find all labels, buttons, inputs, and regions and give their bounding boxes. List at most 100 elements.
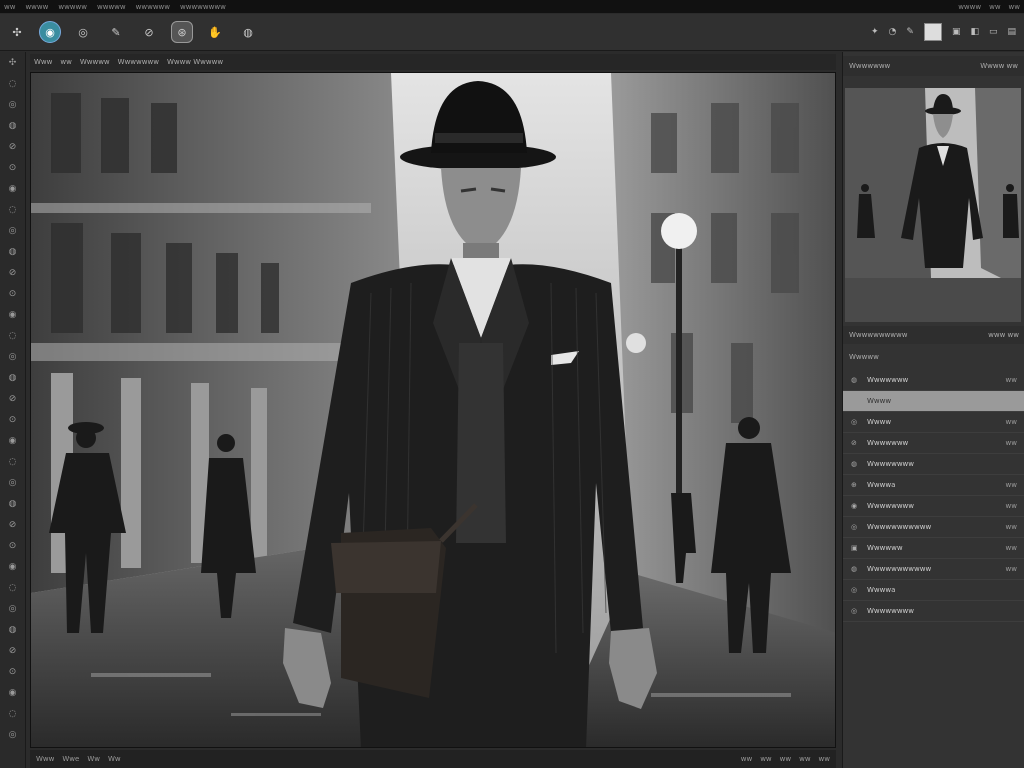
layer-icon: ▣ bbox=[851, 544, 858, 552]
toolbox-tool-icon[interactable]: ◎ bbox=[0, 220, 25, 241]
toolbox-tool-icon[interactable]: ◌ bbox=[0, 325, 25, 346]
toolbox-tool-icon[interactable]: ⊙ bbox=[0, 535, 25, 556]
toolbox-tool-icon[interactable]: ◍ bbox=[0, 241, 25, 262]
layer-row[interactable]: ◉ Wwwwwwww ww bbox=[843, 496, 1024, 517]
menu-item-select[interactable]: wwwwww bbox=[136, 3, 170, 11]
toolbox-tool-icon[interactable]: ⊘ bbox=[0, 514, 25, 535]
canvas-tab-bar: Www ww Wwwww Wwwwwww Wwww Wwwww bbox=[30, 54, 836, 70]
toolbox-tool-icon[interactable]: ⊙ bbox=[0, 409, 25, 430]
clone-icon[interactable]: ⊛ bbox=[171, 21, 193, 43]
tab-mode[interactable]: Wwwww bbox=[80, 58, 110, 66]
layer-row[interactable]: ◍ Wwwwwwwwwww ww bbox=[843, 559, 1024, 580]
toolbox-tool-icon[interactable]: ◎ bbox=[0, 724, 25, 745]
status-right-2[interactable]: ww bbox=[760, 755, 771, 763]
tab-zoom[interactable]: ww bbox=[60, 58, 71, 66]
eraser-icon[interactable]: ◎ bbox=[72, 21, 94, 43]
timer-icon[interactable]: ◔ bbox=[889, 27, 897, 37]
layer-label: Wwwwa bbox=[867, 586, 896, 594]
toolbox-tool-icon[interactable]: ⊘ bbox=[0, 388, 25, 409]
status-right-1[interactable]: ww bbox=[741, 755, 752, 763]
status-zoom[interactable]: Www bbox=[36, 755, 54, 763]
toolbox-tool-icon[interactable]: ◌ bbox=[0, 577, 25, 598]
navigator-footer: Wwwwwwwwww www ww bbox=[843, 326, 1024, 344]
toolbox-tool-icon[interactable]: ◍ bbox=[0, 115, 25, 136]
toolbox-tool-icon[interactable]: ◌ bbox=[0, 703, 25, 724]
image-canvas[interactable] bbox=[30, 72, 836, 748]
navigator-controls[interactable]: Wwww ww bbox=[980, 62, 1018, 70]
toolbox-tool-icon[interactable]: ◎ bbox=[0, 472, 25, 493]
toolbox-tool-icon[interactable]: ◍ bbox=[0, 493, 25, 514]
layer-row[interactable]: Wwww bbox=[843, 391, 1024, 412]
mask-icon[interactable]: ◧ bbox=[970, 27, 979, 37]
minimize-icon[interactable]: ww bbox=[989, 3, 1000, 11]
navigator-thumbnail[interactable] bbox=[845, 88, 1021, 322]
toolbox-tool-icon[interactable]: ◌ bbox=[0, 199, 25, 220]
close-icon[interactable]: ww bbox=[1009, 3, 1020, 11]
toolbox-tool-icon[interactable]: ◎ bbox=[0, 94, 25, 115]
layer-icon: ◍ bbox=[851, 460, 858, 468]
navigator-zoom-label: Wwwwwwwwww bbox=[849, 331, 908, 339]
layer-value: ww bbox=[1005, 544, 1017, 552]
tab-document[interactable]: Wwww Wwwww bbox=[167, 58, 223, 66]
layer-style-icon[interactable]: ▣ bbox=[952, 27, 961, 37]
sparkle-icon[interactable]: ✦ bbox=[871, 27, 879, 37]
pen-icon[interactable]: ✎ bbox=[105, 21, 127, 43]
navigator-preview bbox=[845, 88, 1021, 322]
toolbox-tool-icon[interactable]: ⊙ bbox=[0, 661, 25, 682]
layer-icon: ◉ bbox=[851, 502, 858, 510]
layer-row[interactable]: ⊕ Wwwwa ww bbox=[843, 475, 1024, 496]
toolbox-tool-icon[interactable]: ◉ bbox=[0, 556, 25, 577]
toolbox-tool-icon[interactable]: ◉ bbox=[0, 304, 25, 325]
menu-item-layer[interactable]: wwwww bbox=[97, 3, 126, 11]
move-icon[interactable]: ✣ bbox=[6, 21, 28, 43]
status-right-3[interactable]: ww bbox=[780, 755, 791, 763]
layer-row[interactable]: ◎ Wwwwwwwwwww ww bbox=[843, 517, 1024, 538]
menu-item-filter[interactable]: wwwwwwww bbox=[180, 3, 226, 11]
toolbox-tool-icon[interactable]: ◎ bbox=[0, 598, 25, 619]
toolbox-tool-icon[interactable]: ◉ bbox=[0, 682, 25, 703]
frame-icon[interactable]: ▭ bbox=[989, 27, 998, 37]
color-swatch[interactable] bbox=[923, 23, 942, 41]
status-right-5[interactable]: ww bbox=[819, 755, 830, 763]
layer-label: Wwwwww bbox=[867, 544, 903, 552]
canvas-photo bbox=[31, 73, 835, 747]
menu-item-image[interactable]: wwwww bbox=[58, 3, 87, 11]
smudge-icon[interactable]: ⊘ bbox=[138, 21, 160, 43]
layer-value: ww bbox=[1005, 565, 1017, 573]
toolbox-tool-icon[interactable]: ⊙ bbox=[0, 157, 25, 178]
toolbox-tool-icon[interactable]: ◉ bbox=[0, 430, 25, 451]
toolbox-tool-icon[interactable]: ✣ bbox=[0, 52, 25, 73]
dodge-icon[interactable]: ◍ bbox=[237, 21, 259, 43]
toolbox-tool-icon[interactable]: ⊙ bbox=[0, 283, 25, 304]
layer-row[interactable]: ▣ Wwwwww ww bbox=[843, 538, 1024, 559]
tab-file[interactable]: Www bbox=[34, 58, 52, 66]
menu-item-file[interactable]: ww bbox=[4, 3, 15, 11]
navigator-header: Wwwwwww Wwww ww bbox=[843, 56, 1024, 76]
tool-options-bar: ✣ ◉ ◎ ✎ ⊘ ⊛ ✋ ◍ ✦ ◔ ✎ ▣ ◧ ▭ ▤ bbox=[0, 14, 1024, 51]
toolbox-tool-icon[interactable]: ⊘ bbox=[0, 262, 25, 283]
toolbox-tool-icon[interactable]: ◎ bbox=[0, 346, 25, 367]
layer-row[interactable]: ◎ Wwww ww bbox=[843, 412, 1024, 433]
layer-row[interactable]: ◎ Wwwwwwww bbox=[843, 601, 1024, 622]
right-panel: Wwwwwww Wwww ww Wwwwwwwwww www ww Wwwww … bbox=[842, 52, 1024, 768]
menu-item-edit[interactable]: wwww bbox=[25, 3, 48, 11]
layer-row[interactable]: ◍ Wwwwwww ww bbox=[843, 370, 1024, 391]
layer-label: Wwwwwwwwwww bbox=[867, 565, 932, 573]
status-right-4[interactable]: ww bbox=[799, 755, 810, 763]
toolbox-tool-icon[interactable]: ◌ bbox=[0, 451, 25, 472]
layer-row[interactable]: ◍ Wwwwwwww bbox=[843, 454, 1024, 475]
navigator-zoom-value[interactable]: www ww bbox=[988, 331, 1019, 339]
hand-icon[interactable]: ✋ bbox=[204, 21, 226, 43]
toolbox-tool-icon[interactable]: ◉ bbox=[0, 178, 25, 199]
toolbox-tool-icon[interactable]: ◌ bbox=[0, 73, 25, 94]
layer-row[interactable]: ◎ Wwwwa bbox=[843, 580, 1024, 601]
toolbox-tool-icon[interactable]: ◍ bbox=[0, 367, 25, 388]
toolbox-tool-icon[interactable]: ⊘ bbox=[0, 640, 25, 661]
grid-icon[interactable]: ▤ bbox=[1007, 27, 1016, 37]
tab-channel[interactable]: Wwwwwww bbox=[118, 58, 159, 66]
layer-row[interactable]: ⊘ Wwwwwww ww bbox=[843, 433, 1024, 454]
toolbox-tool-icon[interactable]: ⊘ bbox=[0, 136, 25, 157]
brush-icon[interactable]: ◉ bbox=[39, 21, 61, 43]
toolbox-tool-icon[interactable]: ◍ bbox=[0, 619, 25, 640]
edit-icon[interactable]: ✎ bbox=[906, 27, 914, 37]
